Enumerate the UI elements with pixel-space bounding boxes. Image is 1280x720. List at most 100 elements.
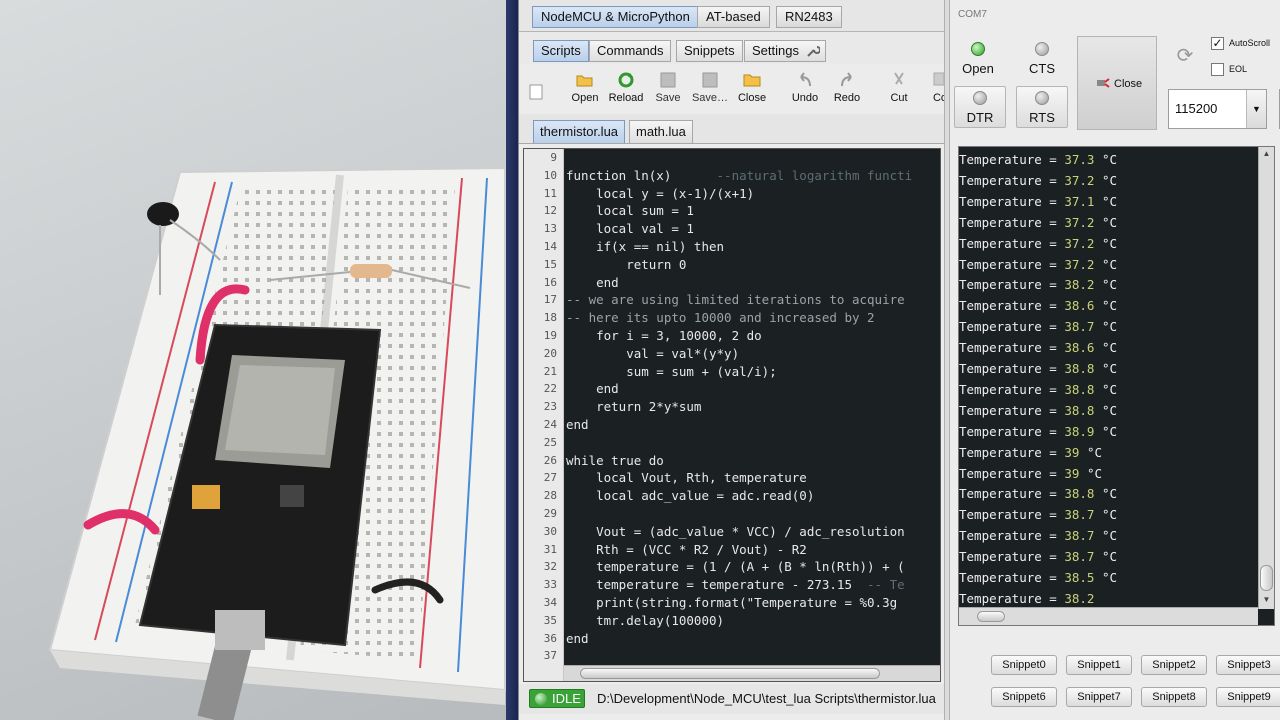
line-number: 21 bbox=[543, 364, 557, 378]
line-number: 13 bbox=[543, 222, 557, 236]
tab-at-based[interactable]: AT-based bbox=[697, 6, 770, 28]
reading-unit: °C bbox=[1094, 549, 1118, 565]
reading-unit: °C bbox=[1079, 465, 1102, 481]
scroll-up-icon[interactable]: ▲ bbox=[1261, 149, 1272, 161]
terminal-horizontal-scrollbar[interactable] bbox=[959, 607, 1258, 625]
terminal-line: Temperature = 37.2 °C bbox=[959, 257, 1117, 272]
reading-value: 39 bbox=[1064, 465, 1080, 481]
reading-prefix: Temperature = bbox=[959, 361, 1065, 376]
code-line: tmr.delay(100000) bbox=[566, 612, 725, 628]
line-number: 15 bbox=[543, 257, 557, 271]
line-number: 18 bbox=[543, 311, 557, 325]
reading-unit: °C bbox=[1094, 152, 1118, 167]
reading-prefix: Temperature = bbox=[959, 193, 1065, 209]
dtr-button[interactable]: DTR bbox=[954, 86, 1006, 128]
close-port-button[interactable]: Close bbox=[1077, 36, 1157, 130]
reading-value: 38.6 bbox=[1064, 298, 1095, 314]
open-port-button[interactable]: Open bbox=[952, 38, 1004, 80]
code-line: val = val*(y*y) bbox=[566, 345, 740, 361]
editor-scroll-thumb[interactable] bbox=[580, 668, 880, 679]
terminal-line: Temperature = 38.2 bbox=[959, 591, 1094, 606]
reading-value: 38.8 bbox=[1064, 361, 1095, 376]
rts-button[interactable]: RTS bbox=[1016, 86, 1068, 128]
snippet-button[interactable]: Snippet1 bbox=[1066, 655, 1132, 675]
snippet-button[interactable]: Snippet8 bbox=[1141, 687, 1207, 707]
terminal-hscroll-thumb[interactable] bbox=[977, 611, 1005, 622]
reading-unit: °C bbox=[1094, 570, 1118, 585]
close-file-button[interactable]: Close bbox=[729, 70, 775, 112]
editor-horizontal-scrollbar[interactable] bbox=[564, 665, 940, 681]
rts-led-icon bbox=[1035, 91, 1049, 105]
copy-label: Co bbox=[932, 92, 944, 104]
snippet-button[interactable]: Snippet9 bbox=[1216, 687, 1280, 707]
tab-settings[interactable]: Settings bbox=[744, 40, 826, 62]
line-number: 29 bbox=[543, 507, 557, 520]
line-number: 36 bbox=[543, 631, 557, 645]
save-label: Save bbox=[655, 92, 681, 104]
reading-value: 38.8 bbox=[1064, 402, 1095, 418]
snippet-button[interactable]: Snippet7 bbox=[1066, 687, 1132, 707]
serial-terminal[interactable]: Temperature = 38.2 Temperature = 38.5 °C T… bbox=[958, 146, 1275, 626]
snippet-button[interactable]: Snippet2 bbox=[1141, 655, 1207, 675]
dtr-led-icon bbox=[973, 91, 987, 105]
code-line: function ln(x) --natural logarithm funct… bbox=[566, 167, 913, 183]
tab-thermistor-lua[interactable]: thermistor.lua bbox=[533, 120, 626, 143]
snippet-button[interactable]: Snippet3 bbox=[1216, 655, 1280, 675]
line-number: 16 bbox=[543, 275, 557, 289]
refresh-ports-button[interactable]: ⟳ bbox=[1170, 40, 1200, 72]
code-line: return 0 bbox=[566, 256, 687, 272]
code-line: Rth = (VCC * R2 / Vout) - R2 bbox=[566, 541, 807, 557]
baud-rate-select[interactable]: 115200 ▼ bbox=[1168, 89, 1267, 129]
terminal-line: Temperature = 38.6 °C bbox=[959, 340, 1117, 355]
reading-unit: °C bbox=[1094, 256, 1118, 272]
tab-settings-label: Settings bbox=[752, 43, 799, 58]
code-line: -- we are using limited iterations to ac… bbox=[566, 292, 905, 308]
reload-button[interactable]: Reload bbox=[603, 70, 649, 112]
line-number: 24 bbox=[543, 418, 557, 431]
code-editor[interactable]: 9 10 11 12 13 14 15 16 17 18 19 20 21 22 23 24 25 26 27 28 2… bbox=[523, 148, 941, 682]
terminal-line: Temperature = 37.2 °C bbox=[959, 236, 1117, 251]
tab-scripts[interactable]: Scripts bbox=[533, 40, 589, 62]
scroll-down-icon[interactable]: ▼ bbox=[1261, 595, 1272, 607]
save-button[interactable]: Save bbox=[645, 70, 691, 112]
tab-math-lua[interactable]: math.lua bbox=[629, 120, 693, 143]
line-number: 27 bbox=[543, 471, 557, 485]
tab-commands[interactable]: Commands bbox=[589, 40, 672, 62]
line-number: 33 bbox=[543, 578, 557, 592]
undo-button[interactable]: Undo bbox=[782, 70, 828, 112]
terminal-line: Temperature = 38.6 °C bbox=[959, 298, 1117, 313]
tab-rn2483[interactable]: RN2483 bbox=[776, 6, 842, 28]
copy-icon bbox=[933, 72, 944, 86]
reading-value: 38.7 bbox=[1064, 319, 1095, 335]
undo-label: Undo bbox=[791, 92, 819, 104]
open-button[interactable]: Open bbox=[562, 70, 608, 112]
reading-prefix: Temperature = bbox=[959, 486, 1065, 502]
eol-checkbox[interactable]: EOL bbox=[1211, 63, 1280, 76]
chevron-down-icon[interactable]: ▼ bbox=[1246, 90, 1266, 128]
terminal-scroll-thumb[interactable] bbox=[1260, 565, 1273, 591]
new-file-button[interactable] bbox=[525, 70, 547, 112]
line-number: 9 bbox=[550, 151, 557, 164]
code-line: Vout = (adc_value * VCC) / adc_resolutio… bbox=[566, 523, 905, 539]
reading-value: 37.1 bbox=[1064, 193, 1095, 209]
terminal-vertical-scrollbar[interactable]: ▲ ▼ bbox=[1258, 147, 1274, 609]
copy-button[interactable]: Co bbox=[917, 70, 944, 112]
code-area[interactable]: function ln(x) --natural logarithm funct… bbox=[564, 149, 940, 681]
code-line: temperature = temperature - 273.15 -- Te bbox=[566, 577, 905, 593]
snippet-button[interactable]: Snippet6 bbox=[991, 687, 1057, 707]
tab-snippets[interactable]: Snippets bbox=[676, 40, 743, 62]
save-as-button[interactable]: Save… bbox=[687, 70, 733, 112]
folder-icon bbox=[743, 74, 761, 87]
cut-button[interactable]: Cut bbox=[876, 70, 922, 112]
reading-value: 37.2 bbox=[1064, 256, 1095, 272]
terminal-line: Temperature = 38.8 °C bbox=[959, 403, 1117, 418]
redo-button[interactable]: Redo bbox=[824, 70, 870, 112]
autoscroll-checkbox[interactable]: ✓ AutoScroll bbox=[1211, 37, 1280, 50]
terminal-line: Temperature = 38.5 °C bbox=[959, 570, 1117, 585]
terminal-line: Temperature = 39 °C bbox=[959, 445, 1102, 460]
cts-led-icon bbox=[1035, 42, 1049, 56]
tab-nodemcu-micropython[interactable]: NodeMCU & MicroPython bbox=[532, 6, 699, 28]
reading-unit: °C bbox=[1094, 507, 1118, 523]
snippet-button[interactable]: Snippet0 bbox=[991, 655, 1057, 675]
reading-unit: °C bbox=[1094, 319, 1118, 335]
